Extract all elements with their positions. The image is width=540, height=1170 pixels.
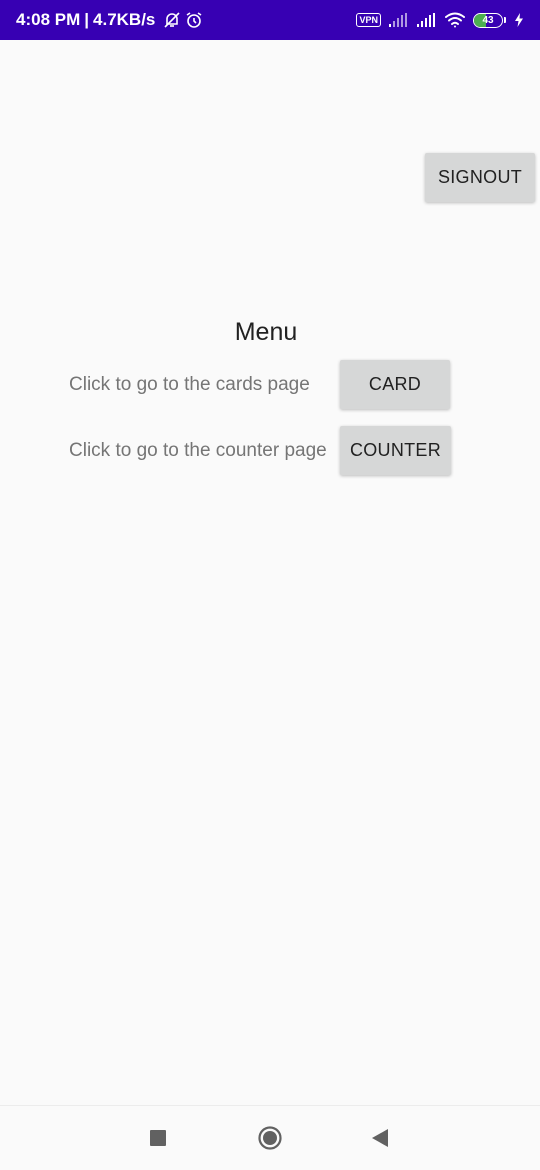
recents-square-icon[interactable] xyxy=(150,1130,166,1146)
battery-tip xyxy=(504,17,506,23)
status-bar: 4:08 PM | 4.7KB/s VPN 43 xyxy=(0,0,540,40)
battery-icon: 43 xyxy=(473,12,506,28)
alarm-icon xyxy=(185,11,203,29)
battery-body: 43 xyxy=(473,12,503,28)
battery-level: 43 xyxy=(482,14,494,26)
signout-button[interactable]: SIGNOUT xyxy=(425,153,535,202)
card-button[interactable]: CARD xyxy=(340,360,450,409)
charging-bolt-icon xyxy=(514,13,524,27)
status-time: 4:08 PM xyxy=(16,10,81,29)
status-separator: | xyxy=(84,10,90,29)
mute-notifications-icon xyxy=(163,11,181,29)
home-circle-icon[interactable] xyxy=(258,1126,282,1150)
cellular-signal-icon-2 xyxy=(417,13,437,27)
navigation-bar xyxy=(0,1105,540,1170)
cards-page-label: Click to go to the cards page xyxy=(69,374,310,395)
vpn-badge: VPN xyxy=(356,13,381,27)
status-right: VPN 43 xyxy=(356,12,524,28)
menu-title: Menu xyxy=(234,318,298,346)
status-left: 4:08 PM | 4.7KB/s xyxy=(16,10,203,30)
cellular-signal-icon xyxy=(389,13,409,27)
status-network-speed: 4.7KB/s xyxy=(93,10,156,29)
counter-page-label: Click to go to the counter page xyxy=(69,440,327,461)
counter-button[interactable]: COUNTER xyxy=(340,426,451,475)
back-triangle-icon[interactable] xyxy=(371,1128,389,1148)
wifi-icon xyxy=(445,12,465,28)
